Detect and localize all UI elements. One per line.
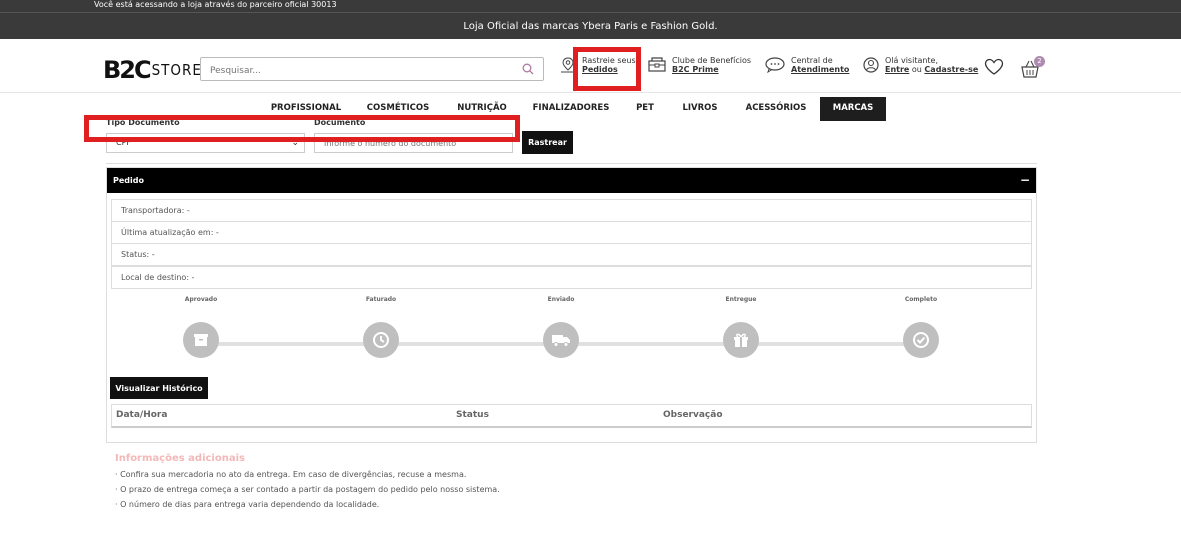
last-update-row: Última atualização em: -: [111, 221, 1032, 244]
nav-item-pet[interactable]: PET: [628, 97, 662, 121]
step-label: Enviado: [547, 296, 575, 303]
order-panel: Pedido − Transportadora: - Última atuali…: [106, 167, 1037, 443]
promo-text: Loja Oficial das marcas Ybera Paris e Fa…: [463, 21, 718, 32]
partner-notice-bar: Você está acessando a loja através do pa…: [0, 0, 1181, 12]
support-line2: Atendimento: [791, 65, 850, 74]
nav-item-livros[interactable]: LIVROS: [676, 97, 724, 121]
support-line1: Central de: [791, 56, 833, 65]
account-menu[interactable]: Olá visitante, Entre ou Cadastre-se: [863, 56, 978, 74]
nav-item-nutricao[interactable]: NUTRIÇÃO: [450, 97, 514, 121]
wallet-icon: [648, 57, 666, 72]
map-pin-icon: [561, 57, 575, 73]
col-observation: Observação: [663, 410, 723, 420]
doc-type-label: Tipo Documento: [106, 118, 180, 127]
chat-bubble-icon: [765, 57, 785, 73]
carrier-row: Transportadora: -: [111, 199, 1032, 222]
nav-item-acessorios[interactable]: ACESSÓRIOS: [740, 97, 812, 121]
login-link[interactable]: Entre: [885, 65, 909, 74]
step-label: Entregue: [725, 296, 757, 303]
support-link[interactable]: Central de Atendimento: [765, 56, 849, 74]
collapse-icon[interactable]: −: [1020, 168, 1030, 193]
doc-type-value: CPF: [116, 138, 132, 147]
view-history-button[interactable]: Visualizar Histórico: [110, 377, 208, 399]
club-line1: Clube de Benefícios: [672, 56, 752, 65]
step-invoiced: Faturado: [341, 296, 421, 358]
check-icon: [903, 322, 939, 358]
track-line1: Rastreie seus: [582, 56, 636, 65]
order-panel-header[interactable]: Pedido −: [107, 168, 1036, 193]
search-box: [200, 57, 544, 82]
step-delivered: Entregue: [701, 296, 781, 358]
logo-sub: STORE: [151, 61, 202, 79]
divider: [106, 163, 1037, 164]
step-shipped: Enviado: [521, 296, 601, 358]
step-label: Completo: [904, 296, 938, 303]
gift-icon: [723, 322, 759, 358]
additional-info-item: · O prazo de entrega começa a ser contad…: [115, 485, 500, 494]
additional-info-item: · O número de dias para entrega varia de…: [115, 500, 380, 509]
nav-item-marcas[interactable]: MARCAS: [820, 97, 886, 121]
doc-label: Documento: [314, 118, 366, 127]
clock-icon: [363, 322, 399, 358]
chevron-down-icon: ⌄: [291, 138, 299, 148]
cart-count-badge: 2: [1034, 56, 1045, 67]
document-input[interactable]: [314, 133, 513, 153]
club-line2: B2C Prime: [672, 65, 719, 74]
account-or: ou: [911, 65, 922, 74]
b2c-store-logo[interactable]: B2C STORE: [103, 55, 202, 85]
nav-item-finalizadores[interactable]: FINALIZADORES: [528, 97, 614, 121]
cart-button[interactable]: 2: [1020, 56, 1046, 80]
box-icon: [183, 322, 219, 358]
heart-icon[interactable]: [984, 58, 1004, 76]
col-status: Status: [456, 410, 489, 420]
nav-item-cosmeticos[interactable]: COSMÉTICOS: [360, 97, 436, 121]
order-panel-title: Pedido: [113, 176, 144, 185]
col-datetime: Data/Hora: [116, 410, 168, 420]
history-table-header: Data/Hora Status Observação: [111, 404, 1032, 428]
step-completed: Completo: [881, 296, 961, 358]
destination-row: Local de destino: -: [111, 266, 1032, 289]
additional-info-title: Informações adicionais: [115, 453, 245, 464]
logo-main: B2C: [103, 56, 152, 84]
doc-type-select[interactable]: CPF ⌄: [106, 133, 305, 153]
signup-link[interactable]: Cadastre-se: [924, 65, 978, 74]
search-input[interactable]: [201, 60, 511, 82]
search-icon[interactable]: [522, 63, 534, 75]
step-approved: Aprovado: [161, 296, 241, 358]
track-orders-link[interactable]: Rastreie seus Pedidos: [560, 56, 636, 74]
track-line2: Pedidos: [582, 65, 618, 74]
promo-bar: Loja Oficial das marcas Ybera Paris e Fa…: [0, 12, 1181, 39]
step-label: Aprovado: [184, 296, 218, 303]
account-greeting: Olá visitante,: [885, 56, 939, 65]
b2c-prime-link[interactable]: Clube de Benefícios B2C Prime: [648, 56, 751, 74]
step-label: Faturado: [365, 296, 397, 303]
user-icon: [863, 57, 879, 73]
truck-icon: [543, 322, 579, 358]
additional-info-item: · Confira sua mercadoria no ato da entre…: [115, 470, 467, 479]
partner-notice-text: Você está acessando a loja através do pa…: [94, 0, 337, 9]
track-submit-button[interactable]: Rastrear: [522, 131, 573, 154]
status-row: Status: -: [111, 243, 1032, 266]
site-header: B2C STORE Rastreie seusPedidos Clube de …: [0, 39, 1181, 93]
